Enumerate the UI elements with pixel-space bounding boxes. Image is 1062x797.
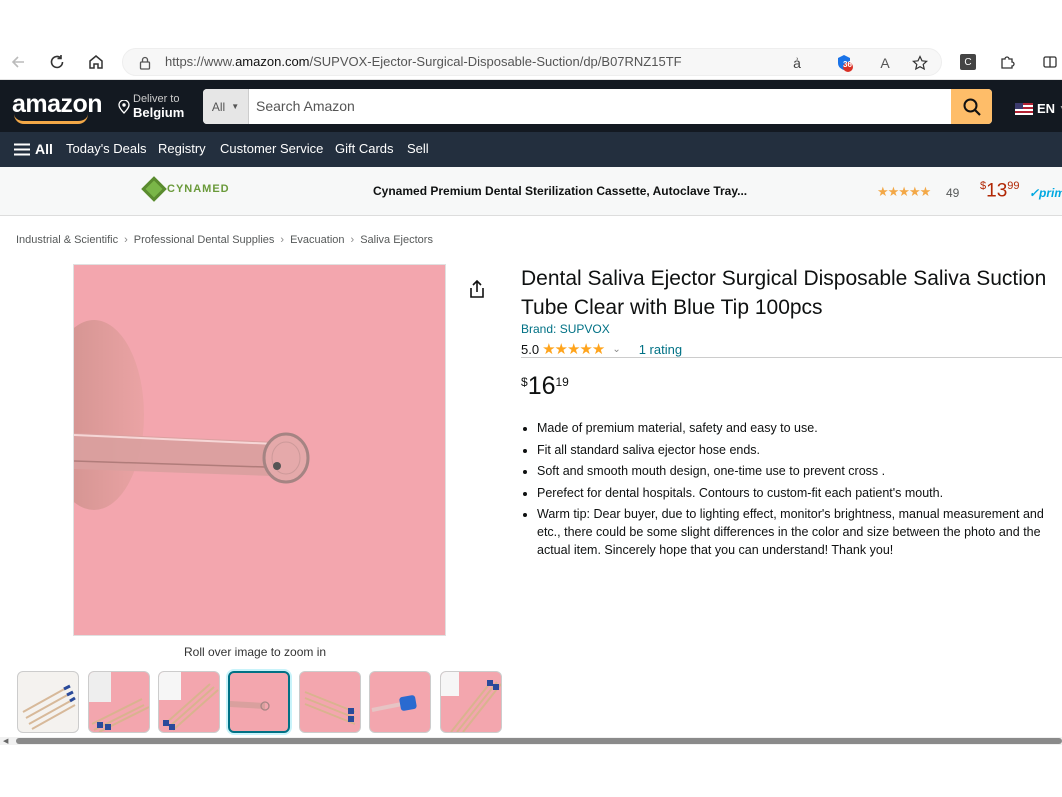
thumbnail-3[interactable] — [158, 671, 220, 733]
hamburger-icon — [14, 143, 30, 155]
language-selector[interactable]: EN ▼ — [1015, 101, 1062, 116]
scroll-left-arrow-icon[interactable]: ◀ — [3, 737, 8, 745]
share-icon[interactable] — [468, 279, 486, 304]
rating-row: 5.0 ★★★★★ ⌄ 1 rating — [521, 340, 682, 358]
breadcrumb-item[interactable]: Professional Dental Supplies — [134, 234, 275, 246]
breadcrumb-separator-icon: › — [280, 234, 285, 246]
back-icon[interactable] — [8, 52, 28, 72]
star-rating-icon[interactable]: ★★★★★ — [542, 340, 605, 358]
cynamed-logo[interactable]: CYNAMED — [141, 176, 230, 202]
horizontal-scrollbar[interactable]: ◀ — [0, 737, 1062, 745]
extension-badge: 36 — [843, 60, 852, 69]
feature-bullet: Made of premium material, safety and eas… — [537, 419, 1062, 437]
feature-bullets: Made of premium material, safety and eas… — [537, 419, 1062, 563]
reload-icon[interactable] — [47, 52, 67, 72]
location-pin-icon — [118, 99, 130, 117]
divider — [521, 357, 1062, 358]
amazon-header: amazon Deliver to Belgium All ▼ Search Am… — [0, 80, 1062, 132]
home-icon[interactable] — [86, 52, 106, 72]
subnav-sell[interactable]: Sell — [407, 141, 429, 156]
search-icon — [963, 98, 981, 116]
breadcrumb: Industrial & Scientific › Professional Den… — [16, 234, 433, 246]
chevron-down-icon[interactable]: ⌄ — [612, 344, 620, 355]
amazon-smile-icon — [14, 114, 88, 124]
suction-tube-photo — [74, 320, 310, 510]
search-scope-select[interactable]: All ▼ — [203, 89, 249, 124]
chevron-down-icon: ▼ — [231, 102, 240, 111]
subnav-customer-service[interactable]: Customer Service — [220, 141, 323, 156]
feature-bullet: Perefect for dental hospitals. Contours … — [537, 484, 1062, 502]
subnav-registry[interactable]: Registry — [158, 141, 206, 156]
lock-icon[interactable] — [135, 53, 155, 73]
feature-bullet: Warm tip: Dear buyer, due to lighting ef… — [537, 505, 1062, 559]
language-label: EN — [1037, 101, 1056, 116]
favorite-star-icon[interactable] — [910, 53, 930, 73]
thumbnail-2[interactable] — [88, 671, 150, 733]
breadcrumb-item[interactable]: Evacuation — [290, 234, 344, 246]
price-whole: 16 — [527, 372, 556, 400]
thumbnail-4-selected[interactable] — [228, 671, 290, 733]
search-bar: All ▼ Search Amazon — [203, 89, 992, 124]
all-menu-label: All — [35, 141, 53, 157]
extension-shield-icon[interactable]: 36 — [835, 53, 855, 73]
cynamed-logo-text: CYNAMED — [167, 183, 230, 195]
extensions-puzzle-icon[interactable] — [997, 52, 1017, 72]
thumbnail-6[interactable] — [369, 671, 431, 733]
feature-bullet: Soft and smooth mouth design, one-time u… — [537, 462, 1062, 480]
extension-c-label: C — [960, 54, 976, 70]
sponsored-price: $1399 — [980, 180, 1020, 202]
sponsored-star-rating[interactable]: ★★★★★ — [877, 184, 931, 200]
translate-icon[interactable]: ẚ — [787, 53, 807, 73]
deliver-to[interactable]: Deliver to Belgium — [118, 93, 184, 120]
scrollbar-thumb[interactable] — [16, 738, 1062, 744]
url-prefix: https://www. — [165, 54, 236, 69]
ratings-count-link[interactable]: 1 rating — [639, 342, 682, 357]
search-input[interactable]: Search Amazon — [256, 98, 355, 114]
breadcrumb-item[interactable]: Industrial & Scientific — [16, 234, 118, 246]
thumbnail-7[interactable] — [440, 671, 502, 733]
us-flag-icon — [1015, 102, 1033, 115]
sub-navigation: All Today's Deals Registry Customer Serv… — [0, 132, 1062, 167]
thumbnail-5[interactable] — [299, 671, 361, 733]
price-fraction: 19 — [555, 375, 569, 389]
all-menu-button[interactable]: All — [14, 141, 53, 157]
breadcrumb-item[interactable]: Saliva Ejectors — [360, 234, 433, 246]
brand-link[interactable]: Brand: SUPVOX — [521, 322, 610, 336]
url-host: amazon.com — [235, 54, 310, 69]
extension-c-icon[interactable]: C — [958, 52, 978, 72]
sponsored-rating-count[interactable]: 49 — [946, 186, 959, 200]
price-currency: $ — [521, 375, 528, 389]
feature-bullet: Fit all standard saliva ejector hose end… — [537, 441, 1062, 459]
split-screen-icon[interactable] — [1040, 52, 1060, 72]
subnav-todays-deals[interactable]: Today's Deals — [66, 141, 147, 156]
prime-badge: ✓prime — [1029, 186, 1062, 200]
sponsored-price-whole: 13 — [986, 180, 1008, 202]
url-text[interactable]: https://www.amazon.com/SUPVOX-Ejector-Su… — [165, 54, 682, 69]
breadcrumb-separator-icon: › — [350, 234, 355, 246]
breadcrumb-separator-icon: › — [124, 234, 128, 246]
thumbnail-1[interactable] — [17, 671, 79, 733]
sponsored-product-title[interactable]: Cynamed Premium Dental Sterilization Cas… — [373, 184, 747, 198]
zoom-hint: Roll over image to zoom in — [184, 645, 327, 659]
rating-value: 5.0 — [521, 341, 540, 357]
read-aloud-icon[interactable]: A — [875, 53, 895, 73]
sponsored-banner[interactable]: CYNAMED Cynamed Premium Dental Steriliza… — [0, 167, 1062, 216]
search-button[interactable] — [951, 89, 992, 124]
product-price: $1619 — [521, 372, 569, 401]
search-scope-label: All — [211, 99, 226, 114]
url-path: /SUPVOX-Ejector-Surgical-Disposable-Suct… — [309, 54, 682, 69]
subnav-gift-cards[interactable]: Gift Cards — [335, 141, 394, 156]
sponsored-price-fraction: 99 — [1007, 180, 1020, 192]
main-product-image[interactable] — [73, 264, 446, 636]
address-bar[interactable]: https://www.amazon.com/SUPVOX-Ejector-Su… — [122, 48, 942, 76]
cynamed-diamond-icon — [141, 176, 167, 202]
browser-toolbar: https://www.amazon.com/SUPVOX-Ejector-Su… — [0, 44, 1062, 80]
product-title: Dental Saliva Ejector Surgical Disposabl… — [521, 267, 1047, 319]
